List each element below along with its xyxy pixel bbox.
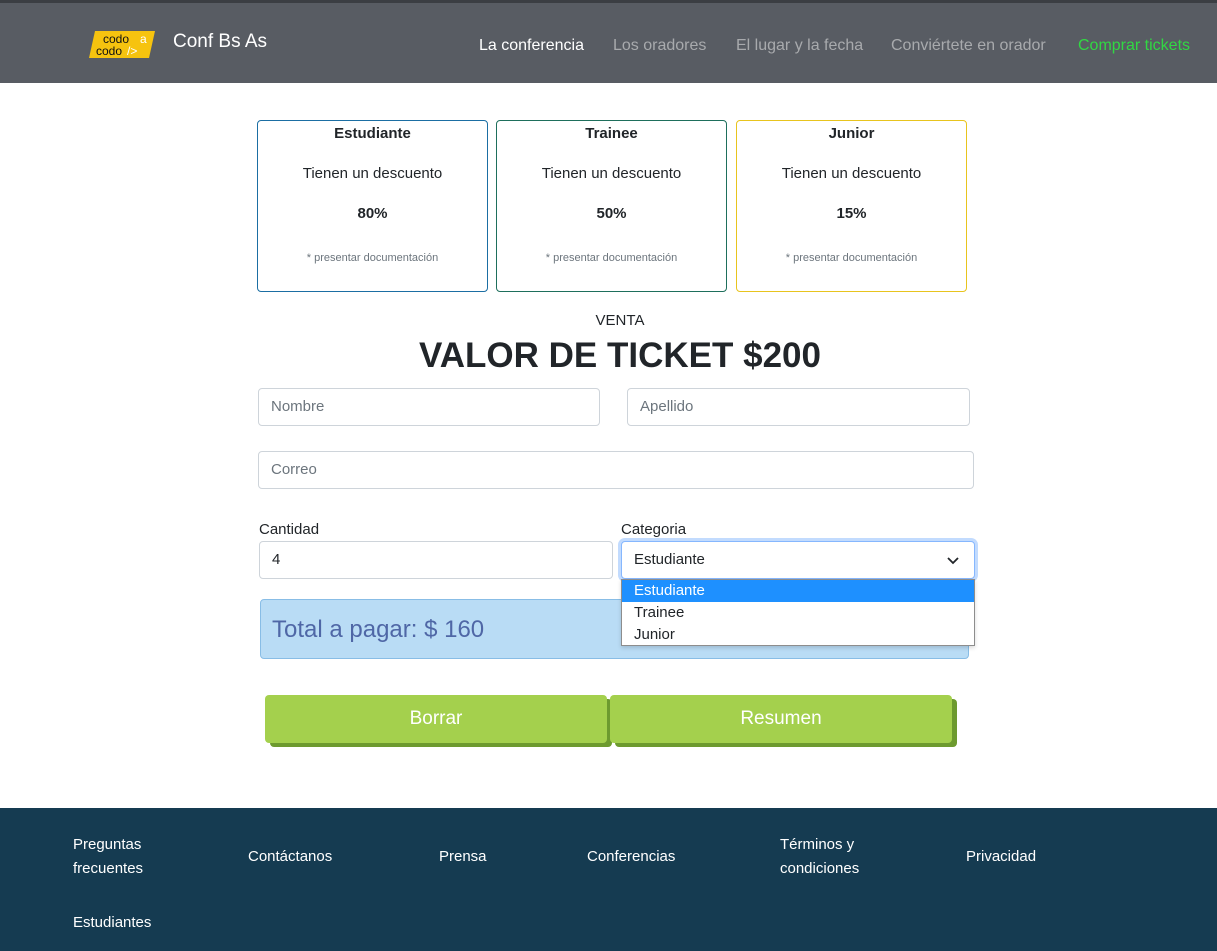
card-discount: 15% [836,205,867,222]
cantidad-input[interactable]: 4 [259,541,613,579]
correo-placeholder: Correo [271,461,317,478]
categoria-option-junior[interactable]: Junior [622,624,974,646]
cantidad-value: 4 [272,551,281,568]
card-title: Trainee [585,125,638,142]
card-title: Junior [828,125,875,142]
resumen-button[interactable]: Resumen [610,695,952,743]
footer-link-terminos-y-condiciones[interactable]: Términos y condiciones [780,833,890,881]
svg-text:/>: /> [127,44,137,58]
nav-los-oradores[interactable]: Los oradores [613,37,706,55]
nav-el-lugar-y-la-fecha[interactable]: El lugar y la fecha [736,37,863,55]
codo-a-codo-logo[interactable]: codo a codo /> [89,28,155,61]
categoria-label: Categoria [621,521,687,538]
nav-conviertete-en-orador[interactable]: Conviértete en orador [891,37,1046,55]
footer-link-prensa[interactable]: Prensa [439,845,487,869]
brand-name[interactable]: Conf Bs As [173,31,267,53]
footer-link-conferencias[interactable]: Conferencias [587,845,675,869]
nav-la-conferencia[interactable]: La conferencia [479,37,584,55]
categoria-select[interactable]: Estudiante [621,541,975,579]
apellido-placeholder: Apellido [640,398,694,415]
apellido-input[interactable]: Apellido [627,388,970,426]
nombre-placeholder: Nombre [271,398,325,415]
categoria-option-trainee[interactable]: Trainee [622,602,974,624]
page: codo a codo /> Conf Bs As La conferencia… [0,0,1217,951]
svg-text:codo: codo [96,44,122,58]
card-note: * presentar documentación [785,252,918,264]
categoria-dropdown-list: Estudiante Trainee Junior [621,579,975,646]
footer-link-preguntas-frecuentes[interactable]: Preguntas frecuentes [73,833,183,881]
card-discount: 80% [357,205,388,222]
footer-link-estudiantes[interactable]: Estudiantes [73,911,151,935]
card-discount: 50% [596,205,627,222]
correo-input[interactable]: Correo [258,451,974,489]
discount-card-estudiante: Estudiante Tienen un descuento 80% * pre… [257,120,488,292]
navbar: codo a codo /> Conf Bs As La conferencia… [0,0,1217,83]
categoria-option-estudiante[interactable]: Estudiante [622,580,974,602]
svg-text:a: a [140,32,147,46]
sale-kicker: VENTA [595,312,645,329]
discount-card-trainee: Trainee Tienen un descuento 50% * presen… [496,120,727,292]
ticket-price-title: VALOR DE TICKET $200 [419,336,821,375]
nombre-input[interactable]: Nombre [258,388,600,426]
footer-link-contactanos[interactable]: Contáctanos [248,845,332,869]
footer-link-privacidad[interactable]: Privacidad [966,845,1036,869]
card-description: Tienen un descuento [541,165,682,182]
card-note: * presentar documentación [545,252,678,264]
card-description: Tienen un descuento [302,165,443,182]
borrar-button[interactable]: Borrar [265,695,607,743]
discount-card-junior: Junior Tienen un descuento 15% * present… [736,120,967,292]
nav-comprar-tickets[interactable]: Comprar tickets [1078,37,1190,55]
card-description: Tienen un descuento [781,165,922,182]
cantidad-label: Cantidad [259,521,320,538]
card-note: * presentar documentación [306,252,439,264]
footer: Preguntas frecuentes Contáctanos Prensa … [0,808,1217,951]
card-title: Estudiante [334,125,411,142]
chevron-down-icon [947,557,959,565]
categoria-selected-value: Estudiante [634,551,705,568]
